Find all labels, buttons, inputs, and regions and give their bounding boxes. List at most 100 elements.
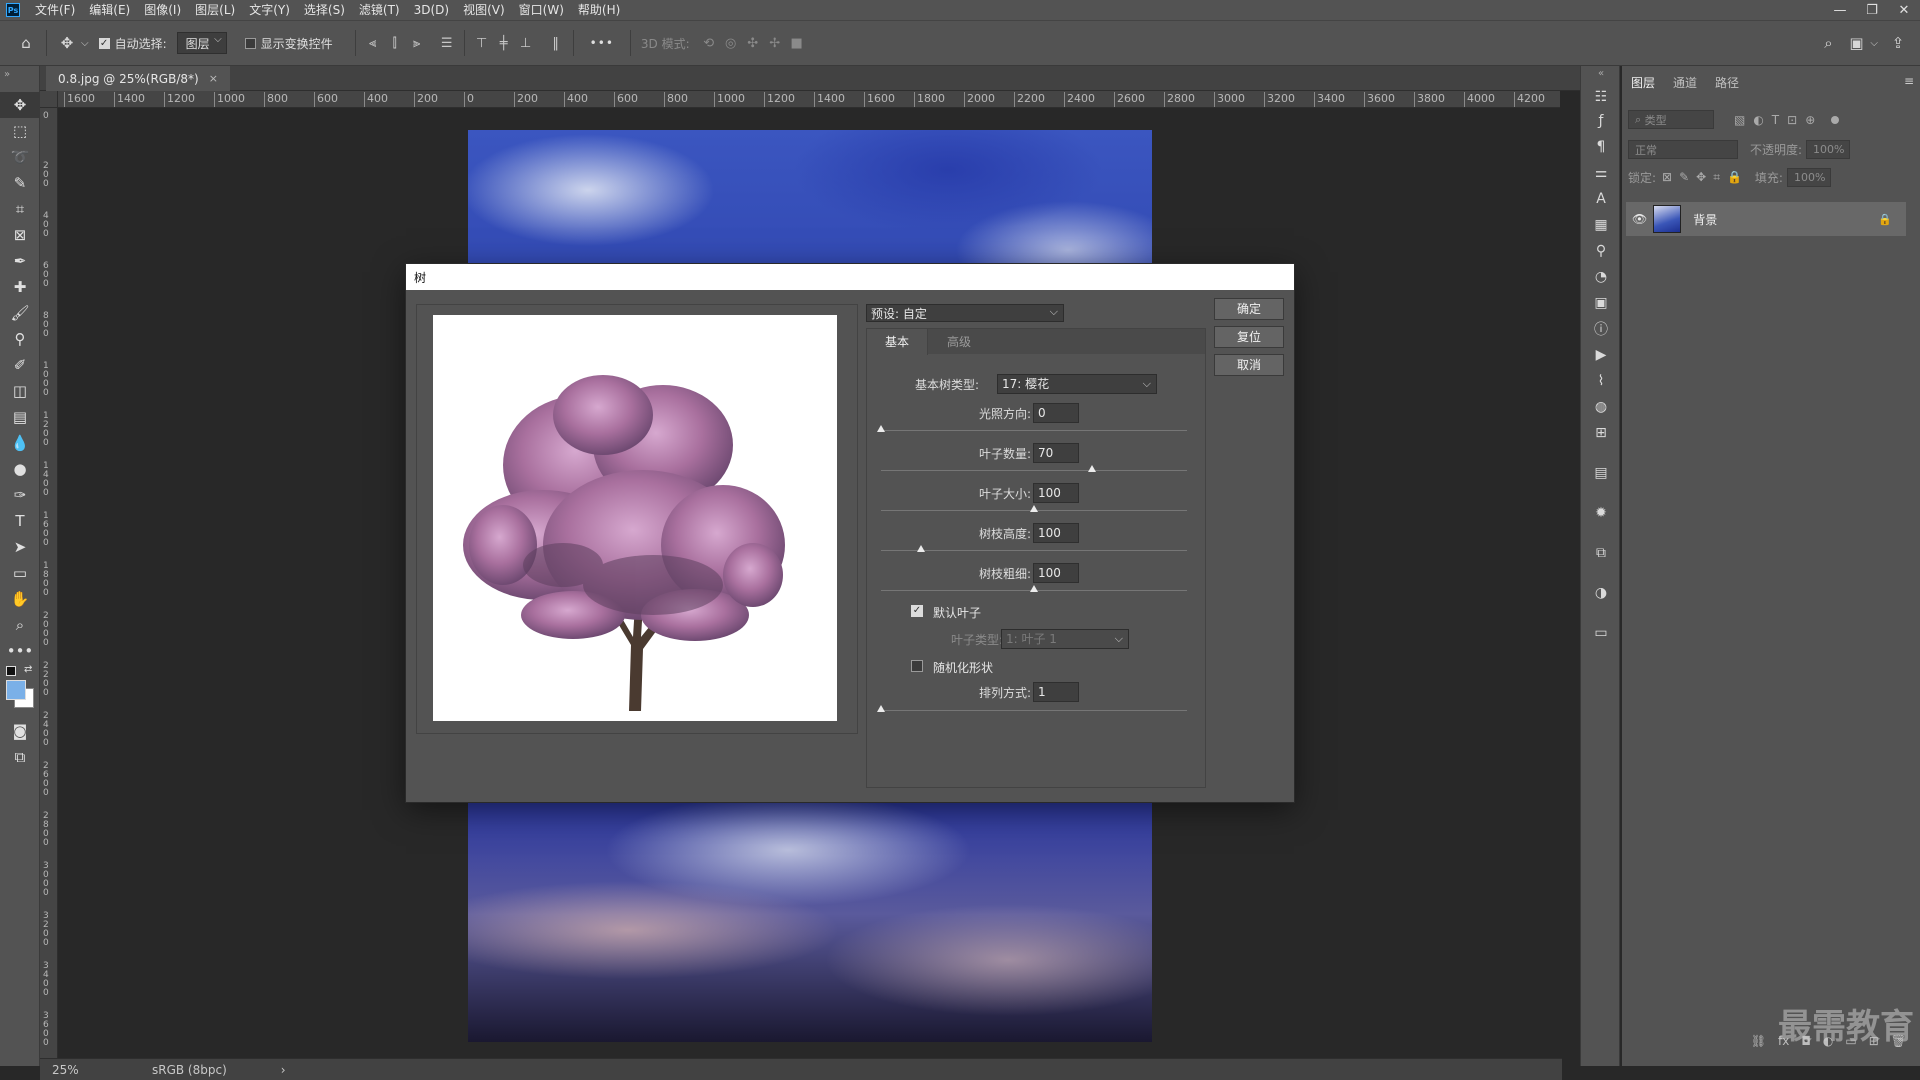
ruler-origin[interactable]	[40, 91, 58, 108]
swap-colors-icon[interactable]: ⇄	[24, 664, 32, 675]
opacity-input[interactable]: 100%	[1806, 140, 1851, 159]
fill-input[interactable]: 100%	[1786, 168, 1831, 187]
close-tab-icon[interactable]: ×	[209, 72, 218, 85]
default-colors-icon[interactable]	[6, 666, 16, 676]
stamp-tool-icon[interactable]: ⚲	[0, 326, 40, 352]
light-direction-slider[interactable]	[877, 425, 1187, 432]
collapse-icon[interactable]: »	[0, 66, 44, 82]
chevron-down-icon[interactable]: ⌵	[81, 38, 89, 49]
arrangement-slider[interactable]	[877, 705, 1187, 712]
ok-button[interactable]: 确定	[1214, 298, 1284, 320]
lock-icon[interactable]: 🔒	[1878, 213, 1892, 226]
blur-tool-icon[interactable]: 💧	[0, 430, 40, 456]
layer-row-background[interactable]: 👁 背景 🔒	[1626, 202, 1906, 236]
adjustments-panel-icon[interactable]: ◔	[1581, 266, 1621, 288]
tab-paths[interactable]: 路径	[1706, 72, 1748, 94]
menu-help[interactable]: 帮助(H)	[571, 0, 627, 20]
visibility-eye-icon[interactable]: 👁	[1632, 212, 1647, 226]
notes-panel-icon[interactable]: ▤	[1581, 462, 1621, 484]
menu-view[interactable]: 视图(V)	[456, 0, 512, 20]
show-transform-checkbox[interactable]	[244, 37, 256, 49]
properties-panel-icon[interactable]: ⚌	[1581, 162, 1621, 184]
leaf-count-input[interactable]: 70	[1033, 443, 1079, 463]
foreground-color-swatch[interactable]	[6, 680, 26, 700]
align-top-icon[interactable]: ⊤	[471, 36, 493, 51]
filter-toggle-icon[interactable]	[1831, 115, 1840, 124]
hand-tool-icon[interactable]: ✋	[0, 586, 40, 612]
align-bottom-icon[interactable]: ⊥	[515, 36, 537, 51]
close-window-button[interactable]: ✕	[1888, 0, 1920, 20]
branch-thickness-input[interactable]: 100	[1033, 563, 1079, 583]
chevron-down-icon[interactable]: ⌵	[1870, 38, 1878, 49]
menu-window[interactable]: 窗口(W)	[512, 0, 571, 20]
menu-filter[interactable]: 滤镜(T)	[352, 0, 407, 20]
preset-dropdown[interactable]: 预设: 自定	[866, 304, 1064, 322]
auto-select-checkbox[interactable]: ✓	[98, 37, 110, 49]
lock-icons[interactable]: ⊠✎✥⌗🔒	[1662, 170, 1749, 185]
tab-channels[interactable]: 通道	[1664, 72, 1706, 94]
table-panel-icon[interactable]: ⊞	[1581, 422, 1621, 444]
actions-panel-icon[interactable]: ▶	[1581, 344, 1621, 366]
paragraph-panel-icon[interactable]: ¶	[1581, 136, 1621, 158]
styles-panel-icon[interactable]: ƒ	[1581, 110, 1621, 132]
menu-layer[interactable]: 图层(L)	[188, 0, 242, 20]
leaf-count-slider[interactable]	[881, 465, 1187, 472]
rectangle-tool-icon[interactable]: ▭	[0, 560, 40, 586]
lasso-tool-icon[interactable]: ➰	[0, 144, 40, 170]
branch-height-input[interactable]: 100	[1033, 523, 1079, 543]
default-leaves-checkbox[interactable]: ✓	[911, 605, 923, 617]
brush-settings-panel-icon[interactable]: ⌇	[1581, 370, 1621, 392]
3d-panel-icon[interactable]: ◍	[1581, 396, 1621, 418]
gradient-tool-icon[interactable]: ▤	[0, 404, 40, 430]
restore-button[interactable]: ❐	[1856, 0, 1888, 20]
character-panel-icon[interactable]: A	[1581, 188, 1621, 210]
pen-tool-icon[interactable]: ✑	[0, 482, 40, 508]
type-tool-icon[interactable]: T	[0, 508, 40, 534]
base-tree-type-dropdown[interactable]: 17: 樱花	[997, 374, 1157, 394]
slider-thumb[interactable]	[877, 705, 885, 712]
menu-select[interactable]: 选择(S)	[297, 0, 352, 20]
align-right-icon[interactable]: ⫸	[406, 36, 428, 51]
menu-edit[interactable]: 编辑(E)	[82, 0, 137, 20]
more-options-button[interactable]: •••	[590, 36, 614, 50]
frame-tool-icon[interactable]: ⊠	[0, 222, 40, 248]
search-icon[interactable]: ⌕	[1814, 34, 1842, 52]
align-hcenter-icon[interactable]: ⫿	[384, 36, 406, 51]
info-panel-icon[interactable]: ⓘ	[1581, 318, 1621, 340]
clone-source-panel-icon[interactable]: ⚲	[1581, 240, 1621, 262]
home-icon[interactable]: ⌂	[12, 34, 40, 52]
libraries-panel-icon[interactable]: ▦	[1581, 214, 1621, 236]
layer-name[interactable]: 背景	[1693, 211, 1878, 228]
blend-mode-dropdown[interactable]: 正常	[1628, 140, 1738, 159]
arrangement-input[interactable]: 1	[1033, 682, 1079, 702]
layer-filter-dropdown[interactable]: ⌕ 类型	[1628, 110, 1714, 129]
timeline-panel-icon[interactable]: ⧉	[1581, 542, 1621, 564]
align-vcenter-icon[interactable]: ╪	[493, 36, 515, 51]
light-panel-icon[interactable]: ✹	[1581, 502, 1621, 524]
menu-file[interactable]: 文件(F)	[28, 0, 82, 20]
brush-tool-icon[interactable]: 🖌	[0, 300, 40, 326]
branch-thickness-slider[interactable]	[881, 585, 1187, 592]
collapse-icon[interactable]: «	[1581, 66, 1621, 80]
tab-layers[interactable]: 图层	[1622, 72, 1664, 94]
branch-height-slider[interactable]	[881, 545, 1187, 552]
leaf-size-slider[interactable]	[881, 505, 1187, 512]
menu-3d[interactable]: 3D(D)	[407, 0, 456, 20]
workspace-icon[interactable]: ▣	[1842, 34, 1870, 52]
randomize-shape-checkbox[interactable]	[911, 660, 923, 672]
gradient-panel-icon[interactable]: ▭	[1581, 622, 1621, 644]
move-tool-icon[interactable]: ✥	[0, 92, 40, 118]
link-layers-icon[interactable]: ⛓	[1751, 1034, 1766, 1048]
auto-select-target-dropdown[interactable]: 图层	[176, 32, 227, 54]
slider-thumb[interactable]	[916, 545, 925, 552]
tab-advanced[interactable]: 高级	[929, 329, 989, 355]
align-left-icon[interactable]: ⫷	[362, 36, 384, 51]
marquee-tool-icon[interactable]: ⬚	[0, 118, 40, 144]
menu-image[interactable]: 图像(I)	[137, 0, 188, 20]
dodge-tool-icon[interactable]: ●	[0, 456, 40, 482]
distribute-icon[interactable]: ☰	[436, 36, 458, 51]
menu-type[interactable]: 文字(Y)	[242, 0, 297, 20]
eyedropper-tool-icon[interactable]: ✒	[0, 248, 40, 274]
panel-menu-icon[interactable]: ≡	[1904, 74, 1914, 88]
history-brush-tool-icon[interactable]: ✐	[0, 352, 40, 378]
